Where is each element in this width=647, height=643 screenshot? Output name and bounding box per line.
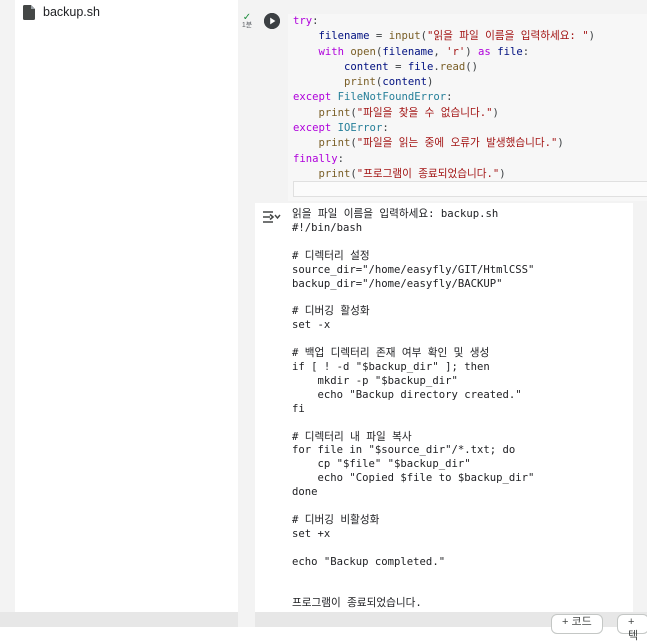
execution-status: ✓ 1분 — [240, 13, 254, 30]
file-icon — [23, 4, 35, 20]
code-editor[interactable]: try: filename = input("읽을 파일 이름을 입력하세요: … — [293, 14, 595, 182]
file-name: backup.sh — [43, 5, 100, 19]
file-list: backup.sh — [15, 0, 239, 612]
code-cell[interactable]: try: filename = input("읽을 파일 이름을 입력하세요: … — [288, 14, 647, 201]
file-panel: backup.sh — [0, 0, 239, 627]
output-toggle-icon[interactable] — [262, 209, 282, 225]
code-input-line[interactable] — [293, 181, 647, 197]
run-cell-button[interactable] — [264, 13, 280, 29]
file-panel-footer — [0, 612, 238, 627]
add-code-button[interactable]: + 코드 — [551, 614, 603, 634]
execution-time: 1분 — [241, 22, 253, 29]
check-icon: ✓ — [242, 12, 252, 23]
add-text-button[interactable]: + 텍 — [617, 614, 647, 642]
file-item-backup-sh[interactable]: backup.sh — [23, 3, 100, 21]
output-text: 읽을 파일 이름을 입력하세요: backup.sh #!/bin/bash #… — [292, 208, 535, 610]
play-icon — [264, 13, 280, 29]
